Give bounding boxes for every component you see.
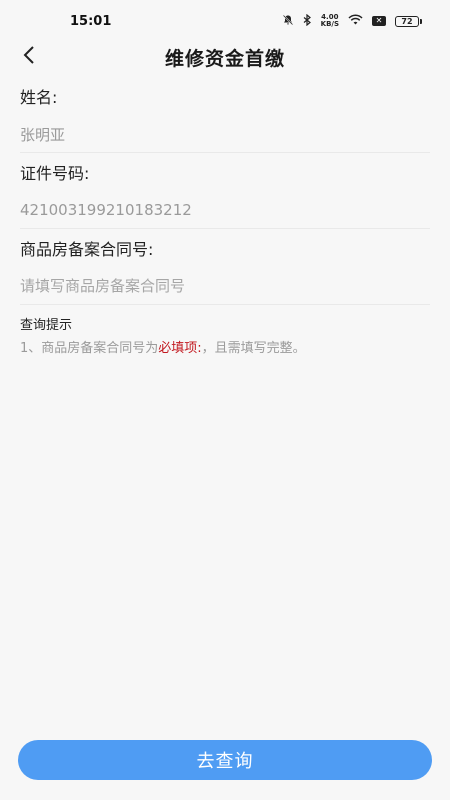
contract-number-label: 商品房备案合同号: — [20, 240, 154, 259]
battery-level: 72 — [395, 15, 419, 27]
chevron-left-icon — [22, 45, 36, 69]
bluetooth-icon — [303, 13, 312, 29]
tips-line: 1、商品房备案合同号为必填项:，且需填写完整。 — [20, 340, 430, 358]
name-label: 姓名: — [20, 88, 58, 107]
status-icons: 4.00 KB/S ✕ 72 — [282, 13, 422, 29]
page-title: 维修资金首缴 — [164, 47, 285, 70]
tips-title: 查询提示 — [20, 318, 73, 333]
name-field[interactable] — [20, 116, 430, 152]
no-sim-icon: ✕ — [372, 16, 386, 26]
status-time: 15:01 — [70, 13, 112, 29]
nav-bar: 维修资金首缴 — [0, 42, 450, 72]
tips-line-prefix: 1、商品房备案合同号为 — [20, 341, 159, 356]
network-speed-unit: KB/S — [320, 20, 339, 28]
id-number-field[interactable] — [20, 192, 430, 228]
name-field-group: 姓名: — [20, 84, 430, 153]
id-number-label: 证件号码: — [20, 164, 90, 183]
query-tips: 查询提示 1、商品房备案合同号为必填项:，且需填写完整。 — [20, 316, 430, 358]
status-bar: 15:01 4.00 KB/S ✕ 72 — [0, 0, 450, 42]
back-button[interactable] — [16, 44, 42, 70]
network-speed: 4.00 KB/S — [321, 14, 339, 28]
battery-icon: 72 — [395, 15, 422, 27]
home-indicator — [0, 786, 450, 800]
contract-field-group: 商品房备案合同号: — [20, 236, 430, 305]
contract-number-input[interactable] — [20, 268, 430, 304]
query-button[interactable]: 去查询 — [18, 740, 432, 780]
wifi-icon — [348, 14, 363, 28]
mute-bell-icon — [282, 14, 294, 29]
required-highlight: 必填项: — [158, 341, 202, 356]
query-form: 姓名: 证件号码: 商品房备案合同号: — [20, 84, 430, 305]
id-field-group: 证件号码: — [20, 160, 430, 229]
tips-line-suffix: ，且需填写完整。 — [201, 341, 306, 356]
